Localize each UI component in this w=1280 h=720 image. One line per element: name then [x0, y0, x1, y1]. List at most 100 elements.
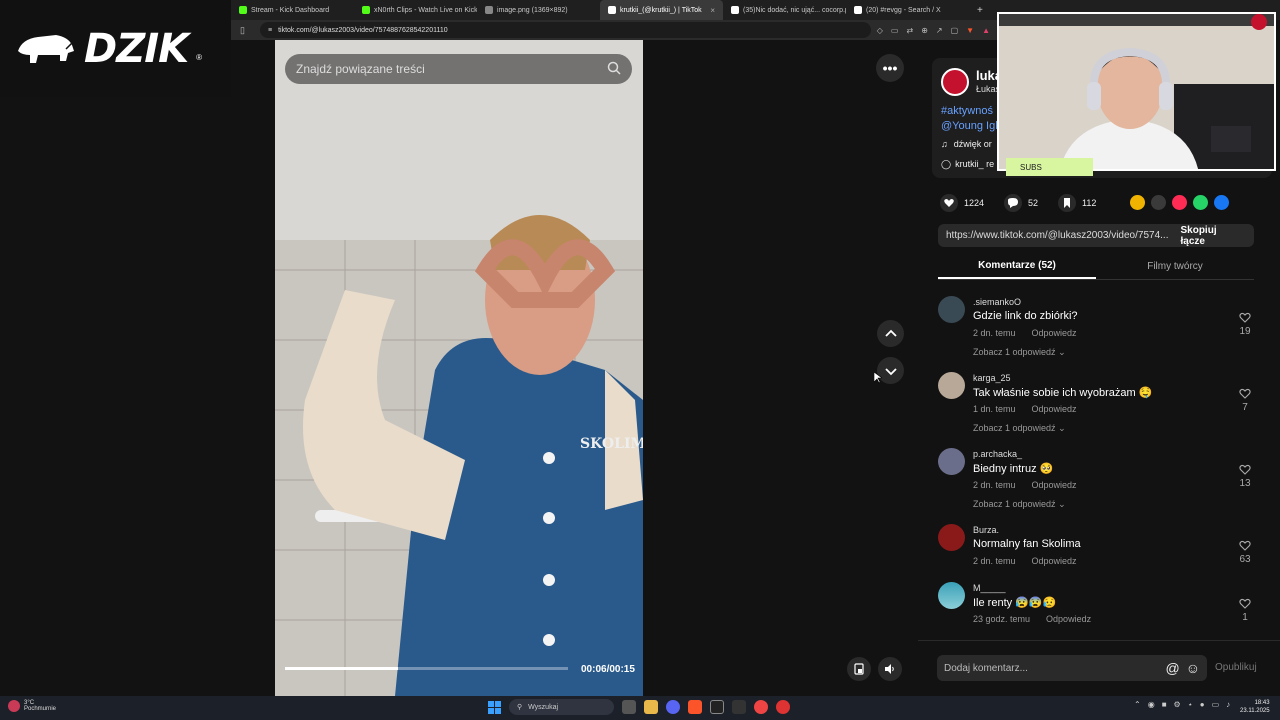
tray-chevron-icon[interactable]: ⌃ — [1134, 700, 1141, 709]
brave-shield-icon[interactable]: ▼ — [966, 26, 974, 35]
previous-video-button[interactable] — [877, 320, 904, 347]
video-progress-bar[interactable] — [285, 667, 568, 670]
reply-button[interactable]: Odpowiedz — [1046, 614, 1091, 624]
reply-button[interactable]: Odpowiedz — [1032, 404, 1077, 414]
translate-icon[interactable]: ⇄ — [906, 26, 913, 35]
discord-icon[interactable] — [666, 700, 680, 714]
comment-avatar[interactable] — [938, 372, 965, 399]
like-button[interactable]: 1224 — [940, 194, 984, 212]
music-link[interactable]: ♫ dźwięk or — [941, 139, 992, 149]
comment-username[interactable]: Burza. — [973, 525, 999, 535]
comment-username[interactable]: karga_25 — [973, 373, 1011, 383]
forward-icon[interactable] — [1235, 195, 1250, 210]
comment-avatar[interactable] — [938, 448, 965, 475]
weather-widget[interactable]: 3°C Pochmurnie — [8, 700, 56, 712]
comment-like-button[interactable]: 13 — [1238, 464, 1252, 489]
reply-button[interactable]: Odpowiedz — [1032, 556, 1077, 566]
tab-creator-videos[interactable]: Filmy twórcy — [1096, 254, 1254, 279]
share-app-icon[interactable] — [1172, 195, 1187, 210]
comment-text: Biedny intruz 🥺 — [973, 463, 1054, 475]
windows-start-icon[interactable] — [488, 700, 501, 714]
brave-browser-icon[interactable] — [688, 700, 702, 714]
sound-creator-link[interactable]: ◯ krutkii_ re — [941, 159, 994, 170]
site-info-icon[interactable]: ≡ — [268, 27, 272, 34]
reply-button[interactable]: Odpowiedz — [1032, 328, 1077, 338]
zoom-icon[interactable]: ⊕ — [921, 26, 928, 35]
taskbar-search[interactable]: ⚲ Wyszukaj — [509, 699, 614, 715]
obs-icon[interactable] — [710, 700, 724, 714]
comment-like-button[interactable]: 63 — [1238, 540, 1252, 565]
comment-like-count: 63 — [1239, 554, 1251, 565]
comment-like-count: 19 — [1239, 326, 1251, 337]
whatsapp-icon[interactable] — [1193, 195, 1208, 210]
comment-item: Burza. Normalny fan Skolima 2 dn. temu Od… — [938, 522, 1254, 580]
file-explorer-icon[interactable] — [644, 700, 658, 714]
new-tab-button[interactable]: + — [969, 5, 991, 16]
browser-tab[interactable]: Stream - Kick Dashboard — [231, 0, 354, 20]
network-icon[interactable]: ▭ — [1212, 700, 1220, 709]
more-options-button[interactable]: ••• — [876, 54, 904, 82]
facebook-icon[interactable] — [1214, 195, 1229, 210]
mention-icon[interactable]: @ — [1165, 660, 1179, 676]
music-title: dźwięk or — [953, 139, 992, 149]
bluetooth-icon[interactable]: ⋆ — [1188, 700, 1193, 709]
video-link-text[interactable]: https://www.tiktok.com/@lukasz2003/video… — [946, 230, 1168, 241]
comment-like-button[interactable]: 7 — [1238, 388, 1252, 413]
browser-tab[interactable]: xN0rth Clips - Watch Live on Kick — [354, 0, 477, 20]
related-search-input[interactable]: Znajdź powiązane treści — [285, 54, 632, 84]
search-icon[interactable] — [607, 61, 621, 78]
reply-button[interactable]: Odpowiedz — [1032, 480, 1077, 490]
brave-rewards-icon[interactable]: ▲ — [982, 26, 990, 35]
comment-avatar[interactable] — [938, 582, 965, 609]
comment-list: .siemankoO Gdzie link do zbiórki? 2 dn. … — [938, 294, 1254, 638]
close-tab-icon[interactable]: × — [710, 6, 715, 15]
comment-username[interactable]: .siemankoO — [973, 297, 1021, 307]
browser-tab[interactable]: (20) #revgg - Search / X — [846, 0, 969, 20]
save-button[interactable]: 112 — [1058, 194, 1096, 212]
steam-icon[interactable]: ⚙ — [1174, 700, 1181, 709]
repost-icon[interactable] — [1130, 195, 1145, 210]
system-clock[interactable]: 18:43 23.11.2025 — [1240, 699, 1270, 715]
app-icon-2[interactable] — [776, 700, 790, 714]
volume-button[interactable] — [878, 657, 902, 681]
comment-button[interactable]: 52 — [1004, 194, 1038, 212]
app-icon[interactable] — [754, 700, 768, 714]
embed-icon[interactable] — [1151, 195, 1166, 210]
emoji-icon[interactable]: ☺ — [1186, 660, 1200, 676]
browser-tab[interactable]: image.png (1369×892) — [477, 0, 600, 20]
install-icon[interactable]: ▢ — [951, 26, 959, 35]
publish-button[interactable]: Opublikuj — [1215, 662, 1257, 673]
add-comment-input[interactable]: Dodaj komentarz... @ ☺ — [937, 655, 1207, 681]
view-replies-button[interactable]: Zobacz 1 odpowiedź ⌄ — [973, 423, 1066, 434]
video-player[interactable]: SKOLIM — [275, 40, 643, 696]
comment-like-button[interactable]: 1 — [1238, 598, 1252, 623]
extension-icon[interactable]: ◇ — [877, 26, 883, 35]
bookmark-icon[interactable]: ▯ — [240, 25, 260, 36]
video-frame: SKOLIM — [275, 40, 643, 696]
hashtag-link[interactable]: #aktywnoś — [941, 104, 998, 119]
task-view-icon[interactable] — [622, 700, 636, 714]
speaker-icon[interactable]: ♪ — [1226, 700, 1230, 709]
url-field[interactable]: ≡ tiktok.com/@lukasz2003/video/757488762… — [260, 22, 871, 38]
comment-avatar[interactable] — [938, 296, 965, 323]
view-replies-label: Zobacz 1 odpowiedź — [973, 499, 1056, 509]
pip-button[interactable] — [847, 657, 871, 681]
view-replies-button[interactable]: Zobacz 1 odpowiedź ⌄ — [973, 347, 1066, 358]
share-page-icon[interactable]: ↗ — [936, 26, 943, 35]
x-app-icon[interactable] — [732, 700, 746, 714]
mention-link[interactable]: @Young Igl — [941, 119, 998, 134]
mic-icon[interactable]: ● — [1200, 700, 1205, 709]
comment-username[interactable]: p.archacka_ — [973, 449, 1022, 459]
browser-tab[interactable]: (35)Nic dodać, nic ująć... cocorp.pl — [723, 0, 846, 20]
tab-comments[interactable]: Komentarze (52) — [938, 254, 1096, 279]
cast-icon[interactable]: ▭ — [891, 26, 899, 35]
author-avatar[interactable] — [941, 68, 969, 96]
comment-avatar[interactable] — [938, 524, 965, 551]
copy-link-button[interactable]: Skopiuj łącze — [1168, 225, 1254, 247]
comment-like-button[interactable]: 19 — [1238, 312, 1252, 337]
browser-tab[interactable]: krutkii_(@krutkii_) | TikTok × — [600, 0, 723, 20]
view-replies-button[interactable]: Zobacz 1 odpowiedź ⌄ — [973, 499, 1066, 510]
comment-username[interactable]: M_____ — [973, 583, 1006, 593]
tray-app-icon[interactable]: ■ — [1162, 700, 1167, 709]
tray-app-icon[interactable]: ◉ — [1148, 700, 1155, 709]
